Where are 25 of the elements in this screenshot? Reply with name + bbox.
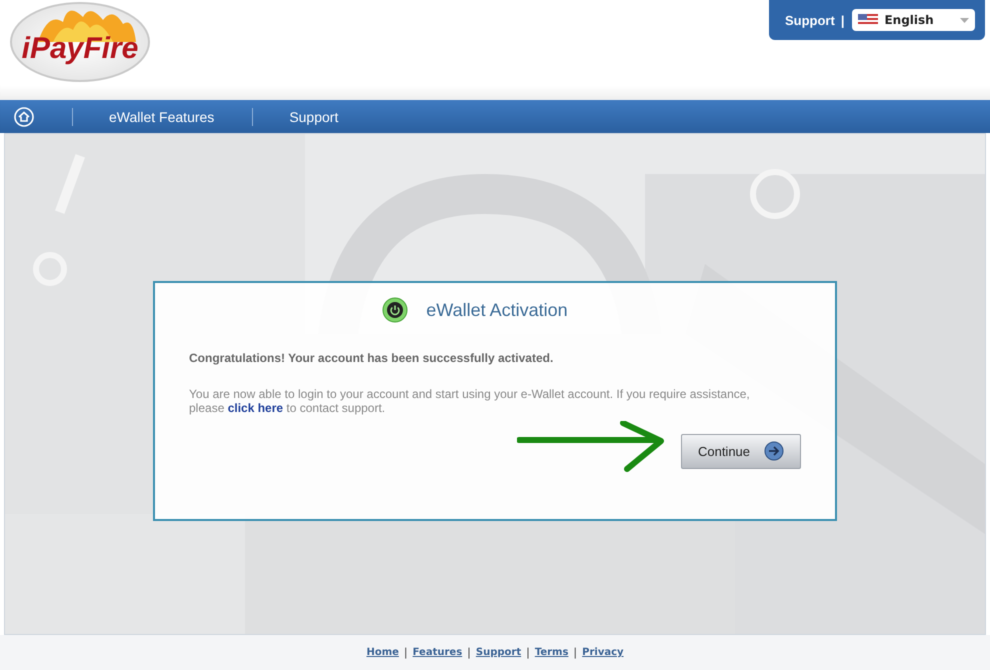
contact-link[interactable]: click here: [228, 401, 284, 415]
info-message: You are now able to login to your account and start using your e-Wallet account. If you require assistance, please click here to contact support.: [189, 387, 751, 415]
logo[interactable]: iPayFire: [10, 2, 150, 82]
home-icon[interactable]: [14, 106, 34, 126]
power-icon: [382, 297, 408, 323]
nav-link[interactable]: Support: [289, 108, 338, 124]
nav-link[interactable]: eWallet Features: [109, 108, 214, 124]
success-message: Congratulations! Your account has been successfully activated.: [189, 351, 554, 365]
footer-link[interactable]: Support: [476, 647, 522, 658]
language-select[interactable]: English: [852, 9, 975, 31]
caret-icon: [960, 18, 969, 22]
footer-link[interactable]: Terms: [534, 647, 568, 658]
footer-link[interactable]: Privacy: [582, 647, 624, 658]
separator: |: [526, 646, 530, 659]
support-link[interactable]: Support: [785, 12, 835, 28]
card-title: eWallet Activation: [426, 300, 568, 320]
footer-link[interactable]: Home: [366, 647, 399, 658]
footer-link[interactable]: Features: [412, 647, 462, 658]
logo-text: iPayFire: [22, 32, 138, 66]
separator: |: [840, 12, 844, 28]
flag-icon: [858, 14, 878, 26]
separator: |: [573, 646, 578, 659]
continue-button[interactable]: Continue: [681, 434, 801, 468]
separator: |: [404, 646, 408, 659]
separator: |: [467, 646, 471, 659]
